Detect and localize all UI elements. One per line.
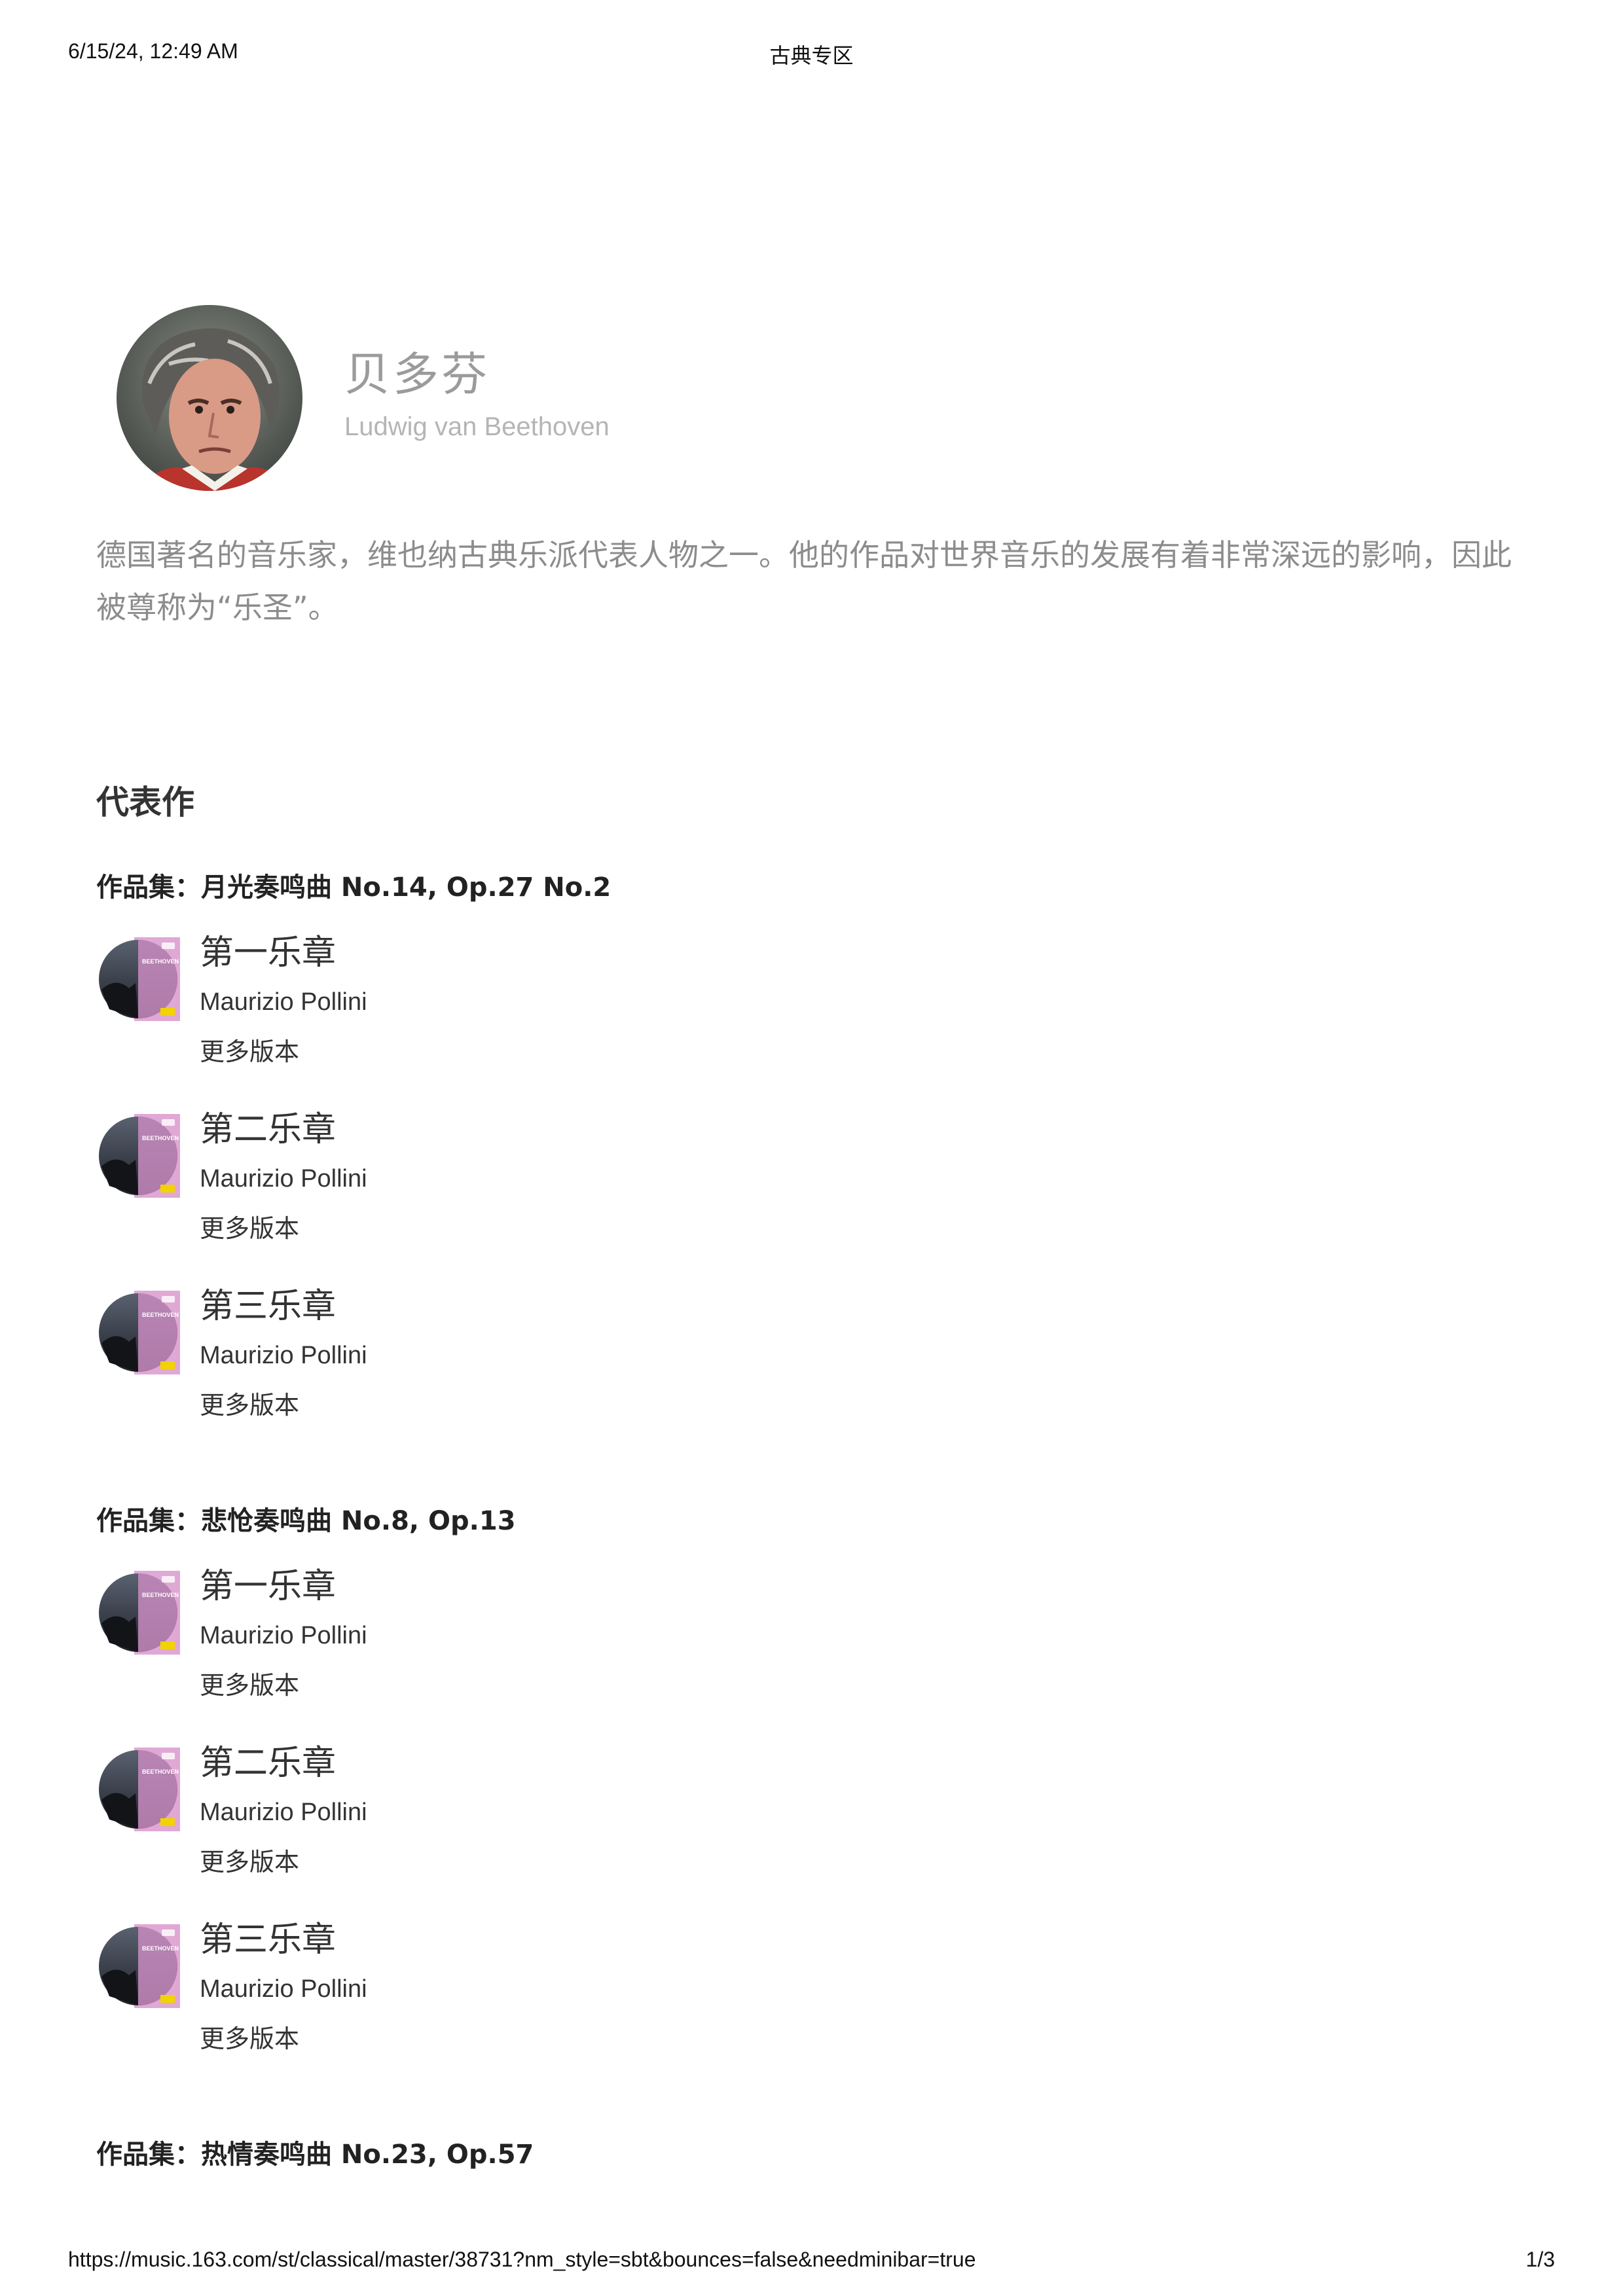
artist-avatar xyxy=(117,305,302,491)
track-artist: Maurizio Pollini xyxy=(200,1165,367,1193)
svg-text:BEETHOVEN: BEETHOVEN xyxy=(142,1945,179,1952)
track-title[interactable]: 第二乐章 xyxy=(200,1740,336,1787)
svg-text:BEETHOVEN: BEETHOVEN xyxy=(142,1312,179,1318)
track-title[interactable]: 第三乐章 xyxy=(200,1916,336,1964)
more-versions-link[interactable]: 更多版本 xyxy=(200,1669,299,1702)
print-page-title: 古典专区 xyxy=(769,43,854,68)
track-item[interactable]: BEETHOVEN 第一乐章 Maurizio Pollini 更多版本 xyxy=(96,1563,1530,1740)
track-item[interactable]: BEETHOVEN 第一乐章 Maurizio Pollini 更多版本 xyxy=(96,929,1530,1106)
track-artist: Maurizio Pollini xyxy=(200,988,367,1016)
track-artist: Maurizio Pollini xyxy=(200,1342,367,1369)
album-cover: BEETHOVEN xyxy=(96,1924,180,2008)
track-title[interactable]: 第二乐章 xyxy=(200,1106,336,1153)
works-list: 作品集：月光奏鸣曲 No.14, Op.27 No.2 BEETHOVEN 第一乐章… xyxy=(96,864,1530,2216)
more-versions-link[interactable]: 更多版本 xyxy=(200,1389,299,1422)
track-artist: Maurizio Pollini xyxy=(200,1975,367,2003)
print-url: https://music.163.com/st/classical/maste… xyxy=(68,2248,976,2271)
svg-text:BEETHOVEN: BEETHOVEN xyxy=(142,1135,179,1141)
album-cover: BEETHOVEN xyxy=(96,1571,180,1655)
track-artist: Maurizio Pollini xyxy=(200,1799,367,1826)
track-title[interactable]: 第一乐章 xyxy=(200,1563,336,1610)
print-page-number: 1/3 xyxy=(1525,2248,1555,2271)
track-title[interactable]: 第一乐章 xyxy=(200,929,336,977)
more-versions-link[interactable]: 更多版本 xyxy=(200,2022,299,2055)
track-item[interactable]: BEETHOVEN 第二乐章 Maurizio Pollini 更多版本 xyxy=(96,1740,1530,1916)
collection-title[interactable]: 作品集：月光奏鸣曲 No.14, Op.27 No.2 xyxy=(96,864,1530,911)
track-item[interactable]: BEETHOVEN 第二乐章 Maurizio Pollini 更多版本 xyxy=(96,1106,1530,1283)
collection-title[interactable]: 作品集：悲怆奏鸣曲 No.8, Op.13 xyxy=(96,1498,1530,1545)
svg-text:BEETHOVEN: BEETHOVEN xyxy=(142,1768,179,1775)
more-versions-link[interactable]: 更多版本 xyxy=(200,1035,299,1068)
section-title-representative-works: 代表作 xyxy=(96,783,194,821)
svg-text:BEETHOVEN: BEETHOVEN xyxy=(142,1592,179,1598)
collection: 作品集：月光奏鸣曲 No.14, Op.27 No.2 BEETHOVEN 第一乐章… xyxy=(96,864,1530,1460)
collection: 作品集：热情奏鸣曲 No.23, Op.57 xyxy=(96,2131,1530,2178)
artist-bio: 德国著名的音乐家，维也纳古典乐派代表人物之一。他的作品对世界音乐的发展有着非常深… xyxy=(96,537,1512,625)
album-cover: BEETHOVEN xyxy=(96,1291,180,1374)
artist-name: 贝多芬 xyxy=(344,348,490,401)
artist-english-name: Ludwig van Beethoven xyxy=(344,412,610,441)
more-versions-link[interactable]: 更多版本 xyxy=(200,1212,299,1245)
album-cover: BEETHOVEN xyxy=(96,1114,180,1198)
collection-title[interactable]: 作品集：热情奏鸣曲 No.23, Op.57 xyxy=(96,2131,1530,2178)
album-cover: BEETHOVEN xyxy=(96,1748,180,1831)
svg-text:BEETHOVEN: BEETHOVEN xyxy=(142,958,179,965)
track-artist: Maurizio Pollini xyxy=(200,1622,367,1649)
track-title[interactable]: 第三乐章 xyxy=(200,1283,336,1330)
collection: 作品集：悲怆奏鸣曲 No.8, Op.13 BEETHOVEN 第一乐章 Mauriz… xyxy=(96,1498,1530,2093)
track-item[interactable]: BEETHOVEN 第三乐章 Maurizio Pollini 更多版本 xyxy=(96,1283,1530,1460)
track-item[interactable]: BEETHOVEN 第三乐章 Maurizio Pollini 更多版本 xyxy=(96,1916,1530,2093)
album-cover: BEETHOVEN xyxy=(96,937,180,1021)
more-versions-link[interactable]: 更多版本 xyxy=(200,1846,299,1878)
